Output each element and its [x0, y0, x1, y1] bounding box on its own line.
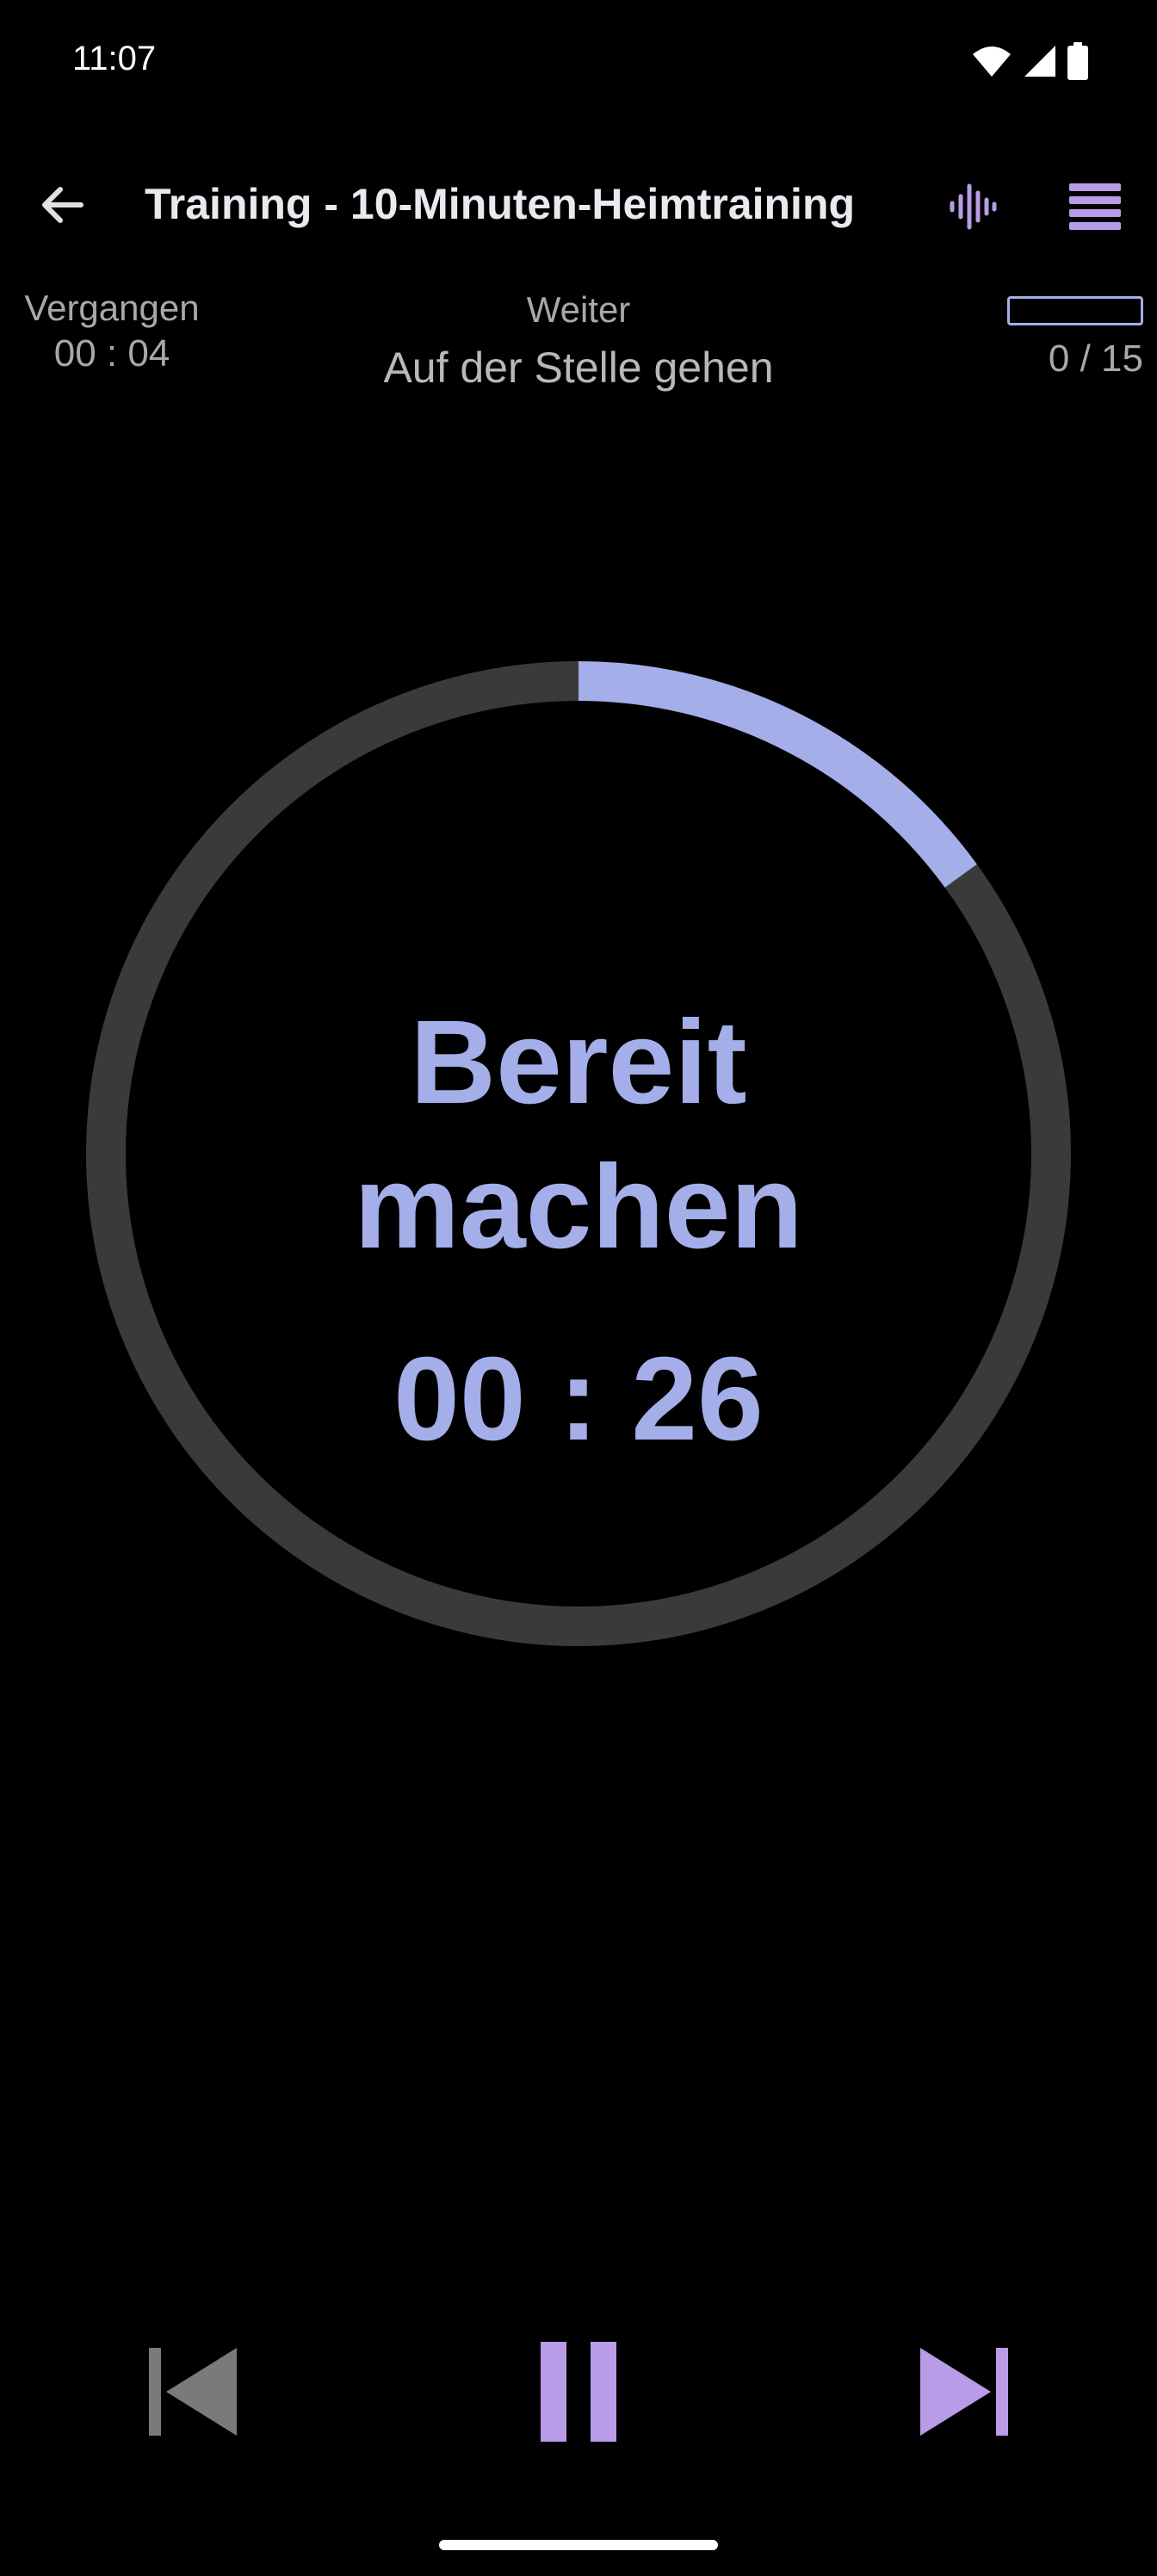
- elapsed-label: Vergangen: [24, 288, 200, 328]
- playback-controls: [0, 2325, 1157, 2462]
- home-indicator[interactable]: [439, 2540, 718, 2550]
- elapsed-value: 00 : 04: [53, 332, 170, 375]
- phase-label-line2: machen: [354, 1141, 803, 1273]
- timer-display: Bereit machen 00 : 26: [172, 990, 985, 1468]
- battery-icon: [1067, 41, 1088, 84]
- app-bar: Training - 10-Minuten-Heimtraining: [0, 155, 1157, 250]
- phase-label-line1: Bereit: [410, 996, 747, 1129]
- page-title: Training - 10-Minuten-Heimtraining: [145, 180, 856, 228]
- next-button[interactable]: [895, 2325, 1033, 2462]
- next-exercise: Weiter Auf der Stelle gehen: [258, 289, 899, 393]
- pause-icon: [537, 2340, 620, 2448]
- skip-next-icon: [917, 2344, 1012, 2443]
- status-bar: 11:07: [0, 0, 1157, 129]
- list-icon: [1069, 183, 1121, 234]
- next-exercise-name: Auf der Stelle gehen: [383, 344, 774, 392]
- back-button[interactable]: [26, 170, 98, 243]
- elapsed-time: Vergangen 00 : 04: [0, 288, 224, 375]
- countdown: 00 : 26: [393, 1333, 764, 1465]
- pause-button[interactable]: [510, 2325, 647, 2462]
- previous-button[interactable]: [124, 2325, 262, 2462]
- arrow-left-icon: [36, 179, 88, 235]
- progress-count: 0 / 15: [1048, 337, 1143, 380]
- signal-icon: [1023, 44, 1057, 83]
- audio-wave-icon: [947, 181, 999, 237]
- exercise-list-button[interactable]: [1059, 174, 1131, 243]
- next-label: Weiter: [526, 289, 631, 330]
- skip-previous-icon: [145, 2344, 240, 2443]
- status-time: 11:07: [72, 40, 157, 77]
- status-icons: [971, 41, 1088, 84]
- sound-button[interactable]: [938, 174, 1007, 243]
- wifi-icon: [971, 44, 1012, 83]
- workout-progress-bar: [1007, 296, 1143, 325]
